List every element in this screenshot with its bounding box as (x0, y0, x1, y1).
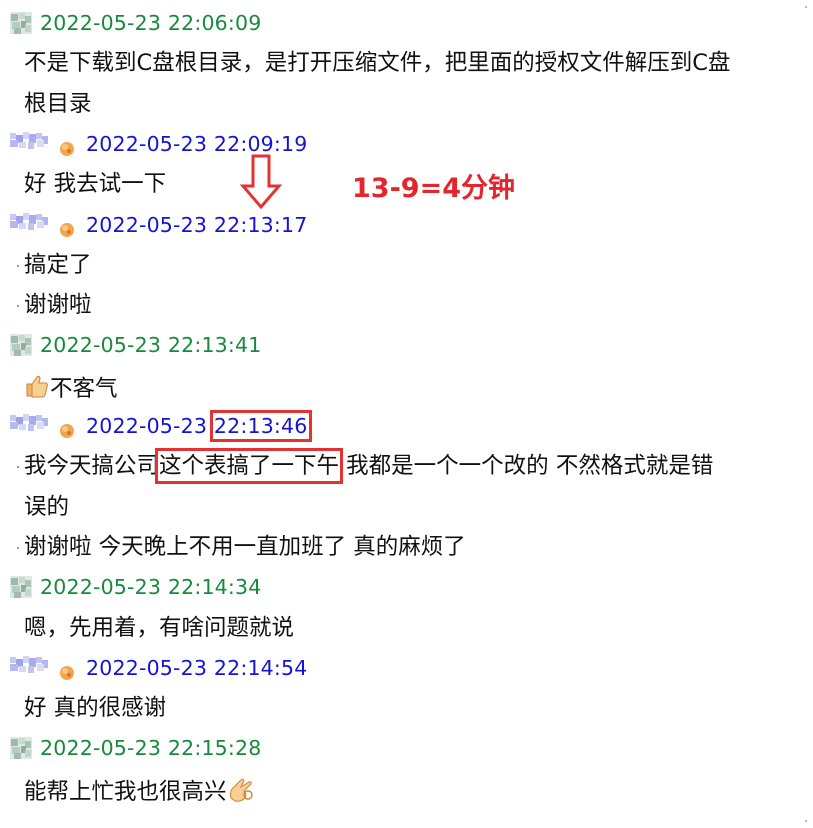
message-text: 误的 (24, 493, 70, 520)
avatar[interactable] (10, 655, 74, 680)
timestamp-date: 2022-05-23 (86, 414, 214, 438)
message-timestamp: 2022-05-23 22:15:28 (40, 736, 262, 761)
ok-hand-icon (227, 778, 255, 808)
message-timestamp: 2022-05-23 22:06:09 (40, 11, 262, 35)
message-text: 好 我去试一下 (24, 171, 167, 198)
message-text: 搞定了 (24, 251, 92, 278)
avatar[interactable] (10, 12, 32, 34)
message-header: 2022-05-23 22:14:54 (0, 648, 813, 688)
message-row: 不是下载到C盘根目录，是打开压缩文件，把里面的授权文件解压到C盘 (0, 43, 813, 83)
message-header: 2022-05-23 22:13:46 (0, 406, 813, 446)
message-row: 不客气 (0, 366, 813, 406)
highlight-box-timestamp (209, 410, 312, 442)
corner-dot (805, 820, 807, 822)
bullet-dot (17, 305, 19, 308)
message-header: 2022-05-23 22:14:34 (0, 567, 813, 607)
avatar[interactable] (10, 212, 74, 237)
message-text: 不客气 (24, 373, 118, 406)
avatar[interactable] (10, 413, 74, 438)
avatar[interactable] (10, 131, 74, 156)
time-diff-annotation: 13-9=4分钟 (352, 173, 515, 204)
message-text: 好 真的很感谢 (24, 695, 167, 722)
message-text: 根目录 (24, 90, 92, 117)
avatar[interactable] (10, 334, 32, 357)
message-row: 好 真的很感谢 (0, 688, 813, 728)
message-row: 我今天搞公司这个表搞了一下午 我都是一个一个改的 不然格式就是错 (0, 446, 813, 486)
message-header: 2022-05-23 22:13:41 (0, 325, 813, 365)
message-timestamp: 2022-05-23 22:13:41 (40, 333, 262, 358)
message-timestamp: 2022-05-23 22:14:54 (86, 655, 308, 680)
thumbs-up-icon (24, 375, 50, 405)
corner-dot (805, 6, 807, 8)
message-row: 搞定了 (0, 245, 813, 285)
message-row: 根目录 (0, 84, 813, 124)
bullet-dot (17, 466, 19, 469)
message-header: 2022-05-23 22:15:28 (0, 728, 813, 768)
message-header: 2022-05-23 22:09:19 (0, 124, 813, 164)
message-text-part: 能帮上忙我也很高兴 (24, 778, 227, 805)
message-text: 不是下载到C盘根目录，是打开压缩文件，把里面的授权文件解压到C盘 (24, 50, 731, 77)
message-text-part: 我都是一个一个改的 不然格式就是错 (339, 453, 714, 480)
message-text-part: 我今天搞公司 (24, 453, 160, 480)
message-row: 谢谢啦 (0, 285, 813, 325)
bullet-dot (17, 546, 19, 549)
message-timestamp: 2022-05-23 22:14:34 (40, 575, 262, 600)
message-row: 误的 (0, 487, 813, 527)
message-row: 嗯，先用着，有啥问题就说 (0, 608, 813, 648)
message-row: 能帮上忙我也很高兴 (0, 769, 813, 809)
message-row: 谢谢啦 今天晚上不用一直加班了 真的麻烦了 (0, 527, 813, 567)
message-text: 谢谢啦 (24, 292, 92, 319)
message-text-part: 不客气 (50, 375, 118, 402)
message-timestamp: 2022-05-23 22:13:17 (86, 212, 308, 237)
message-text: 我今天搞公司这个表搞了一下午 我都是一个一个改的 不然格式就是错 (24, 453, 713, 480)
down-arrow-icon (239, 154, 283, 210)
avatar[interactable] (10, 737, 32, 760)
bullet-dot (17, 264, 19, 267)
message-header: 2022-05-23 22:13:17 (0, 205, 813, 245)
message-text: 谢谢啦 今天晚上不用一直加班了 真的麻烦了 (24, 533, 466, 560)
message-header: 2022-05-23 22:06:09 (0, 3, 813, 43)
highlight-box-message (155, 448, 344, 485)
message-text: 嗯，先用着，有啥问题就说 (24, 614, 295, 641)
message-text: 能帮上忙我也很高兴 (24, 776, 255, 809)
avatar[interactable] (10, 576, 32, 599)
